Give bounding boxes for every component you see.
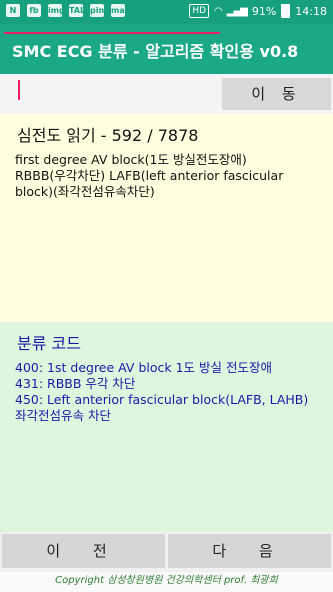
text-cursor (18, 80, 20, 100)
list-item: 450: Left anterior fascicular block(LAFB… (15, 392, 309, 423)
record-number-input[interactable] (4, 4, 220, 34)
reading-panel: 심전도 읽기 - 592 / 7878 first degree AV bloc… (0, 114, 333, 322)
go-button[interactable]: 이 동 (222, 78, 331, 110)
battery-percent: 91% (251, 4, 277, 18)
next-button[interactable]: 다 음 (168, 534, 331, 568)
battery-icon (281, 4, 291, 18)
reading-text: first degree AV block(1도 방실전도장애) RBBB(우각… (15, 152, 284, 199)
previous-button[interactable]: 이 전 (2, 534, 165, 568)
clock: 14:18 (295, 4, 327, 18)
copyright-footer: Copyright 삼성창원병원 건강의학센터 prof. 최광희 (55, 575, 278, 586)
classification-list: 400: 1st degree AV block 1도 방실 전도장애 431:… (15, 360, 320, 424)
classification-heading: 분류 코드 (17, 334, 81, 353)
app-title: SMC ECG 분류 - 알고리즘 확인용 v0.8 (12, 42, 299, 61)
list-item: 400: 1st degree AV block 1도 방실 전도장애 (15, 360, 272, 375)
reading-heading: 심전도 읽기 - 592 / 7878 (17, 126, 199, 145)
signal-icon: ▂▄▆ (226, 5, 248, 17)
classification-panel: 분류 코드 400: 1st degree AV block 1도 방실 전도장… (0, 322, 333, 532)
list-item: 431: RBBB 우각 차단 (15, 376, 136, 391)
